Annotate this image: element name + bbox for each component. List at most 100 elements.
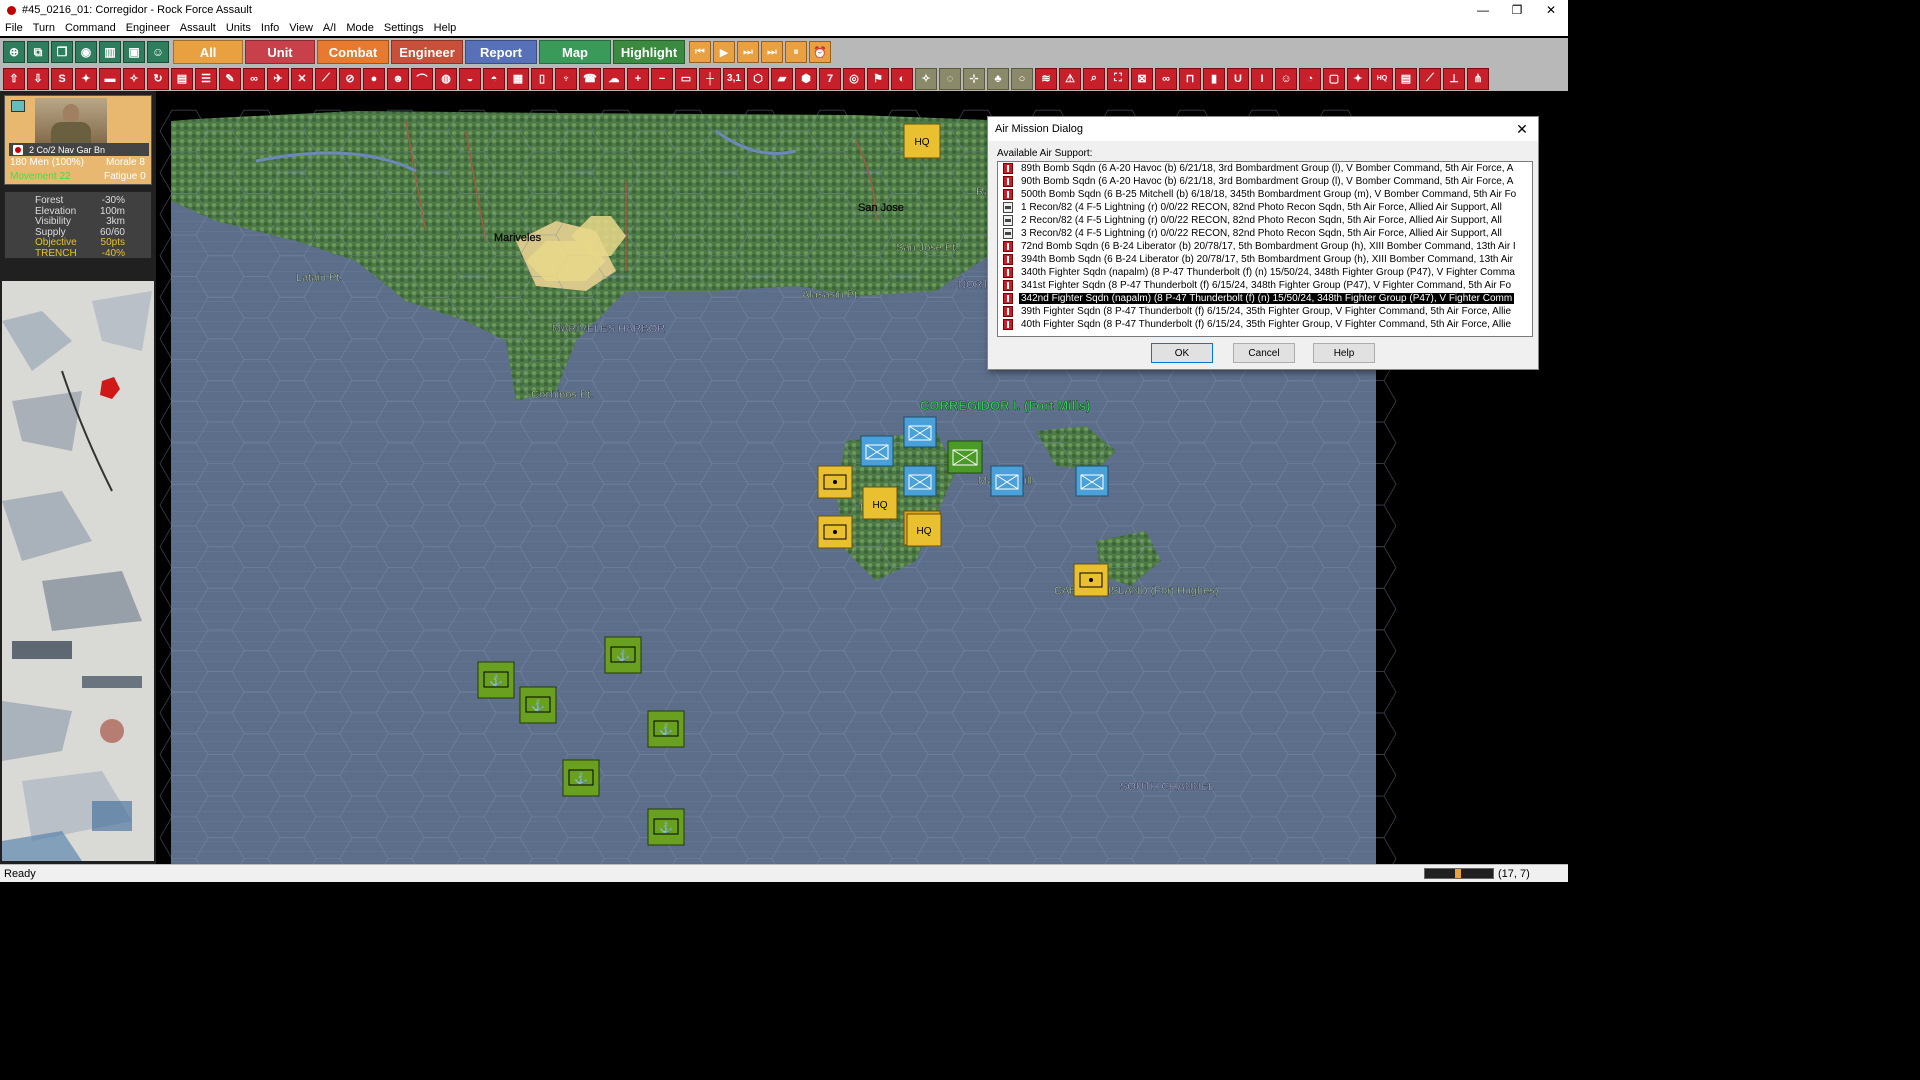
hq-icon[interactable]: HQ	[1371, 67, 1393, 90]
close-button[interactable]: ✕	[1534, 0, 1568, 20]
book-icon[interactable]: ▯	[531, 67, 553, 90]
next-unit-icon[interactable]: ⏭	[737, 41, 759, 63]
turn-number[interactable]: 7	[819, 67, 841, 90]
air-support-item[interactable]: 2 Recon/82 (4 F-5 Lightning (r) 0/0/22 R…	[998, 214, 1532, 227]
air-support-item[interactable]: 72nd Bomb Sqdn (6 B-24 Liberator (b) 20/…	[998, 240, 1532, 253]
bridge-icon[interactable]: ⌒	[411, 67, 433, 90]
circle-icon[interactable]: ○	[1011, 67, 1033, 90]
first-unit-icon[interactable]: ⏮	[689, 41, 711, 63]
allied-infantry-counter[interactable]	[903, 465, 937, 497]
japanese-hq-counter[interactable]: HQ	[862, 486, 898, 520]
download-icon[interactable]: ⇩	[27, 67, 49, 90]
menu-settings[interactable]: Settings	[379, 22, 429, 34]
air-support-item[interactable]: 1 Recon/82 (4 F-5 Lightning (r) 0/0/22 R…	[998, 201, 1532, 214]
layers-icon[interactable]: ❐	[51, 41, 73, 63]
close-icon[interactable]: ✕	[1512, 119, 1532, 139]
binoculars-icon[interactable]: ∞	[243, 67, 265, 90]
tab-combat[interactable]: Combat	[317, 40, 389, 64]
allied-infantry-counter[interactable]	[860, 435, 894, 467]
person-icon[interactable]: ☺	[147, 41, 169, 63]
calc-icon[interactable]: ▤	[1395, 67, 1417, 90]
boat-icon[interactable]: ◒	[459, 67, 481, 90]
air-support-item[interactable]: 342nd Fighter Sqdn (napalm) (8 P-47 Thun…	[998, 292, 1532, 305]
menu-turn[interactable]: Turn	[28, 22, 60, 34]
eye-icon[interactable]: ◉	[75, 41, 97, 63]
japanese-hq-counter[interactable]: HQ	[903, 123, 941, 159]
face-icon[interactable]: ☻	[387, 67, 409, 90]
naval-unit-counter[interactable]: ⚓	[562, 759, 600, 797]
allied-infantry-counter[interactable]	[1075, 465, 1109, 497]
tab-highlight[interactable]: Highlight	[613, 40, 685, 64]
trophy-icon[interactable]: ♆	[555, 67, 577, 90]
flag-icon[interactable]: ⚑	[867, 67, 889, 90]
italic-icon[interactable]: I	[1251, 67, 1273, 90]
naval-unit-counter[interactable]: ⚓	[647, 808, 685, 846]
upload-icon[interactable]: ⇧	[3, 67, 25, 90]
grid-x-icon[interactable]: ⊠	[1131, 67, 1153, 90]
naval-unit-counter[interactable]: ⚓	[647, 710, 685, 748]
menu-mode[interactable]: Mode	[341, 22, 379, 34]
warning-icon[interactable]: ⚠	[1059, 67, 1081, 90]
crosshair-icon[interactable]: ⊹	[963, 67, 985, 90]
air-support-item[interactable]: 40th Fighter Sqdn (8 P-47 Thunderbolt (f…	[998, 318, 1532, 331]
phone-icon[interactable]: ☎	[579, 67, 601, 90]
tree-icon[interactable]: ♣	[987, 67, 1009, 90]
rotate-icon[interactable]: ↻	[147, 67, 169, 90]
target-icon[interactable]: ⊕	[3, 41, 25, 63]
contrast-icon[interactable]: ◐	[891, 67, 913, 90]
wrench-icon[interactable]: ✎	[219, 67, 241, 90]
emblem-icon[interactable]: ✦	[1347, 67, 1369, 90]
allied-infantry-counter[interactable]	[903, 416, 937, 448]
tree-chart-icon[interactable]: ⋔	[1467, 67, 1489, 90]
help-button[interactable]: Help	[1313, 343, 1375, 363]
ring-icon[interactable]: ◎	[843, 67, 865, 90]
panel-icon[interactable]: ▣	[123, 41, 145, 63]
coin-icon[interactable]: ◌	[939, 67, 961, 90]
green-infantry-counter[interactable]	[947, 440, 983, 474]
lock-icon[interactable]: ⊓	[1179, 67, 1201, 90]
air-support-item[interactable]: 500th Bomb Sqdn (6 B-25 Mitchell (b) 6/1…	[998, 188, 1532, 201]
naval-unit-counter[interactable]: ⚓	[604, 636, 642, 674]
menu-command[interactable]: Command	[60, 22, 121, 34]
japanese-hq-counter[interactable]: HQ	[903, 510, 942, 547]
maximize-button[interactable]: ❐	[1500, 0, 1534, 20]
search-icon[interactable]: ⌕	[1083, 67, 1105, 90]
pause-icon[interactable]: ⏸	[785, 41, 807, 63]
square-icon[interactable]: ▢	[1323, 67, 1345, 90]
zoom-in-icon[interactable]: +	[627, 67, 649, 90]
bars-icon[interactable]: ▮	[1203, 67, 1225, 90]
smiley-icon[interactable]: ☺	[1275, 67, 1297, 90]
hex-icon[interactable]: ⬡	[747, 67, 769, 90]
clock-icon[interactable]: ⏰	[809, 41, 831, 63]
smoke-icon[interactable]: ◍	[435, 67, 457, 90]
air-support-item[interactable]: 340th Fighter Sqdn (napalm) (8 P-47 Thun…	[998, 266, 1532, 279]
supply-icon[interactable]: S	[51, 67, 73, 90]
menu-ai[interactable]: A/I	[318, 22, 341, 34]
signpost-icon[interactable]: ┼	[699, 67, 721, 90]
menu-view[interactable]: View	[284, 22, 318, 34]
unit-type-icon[interactable]: ✦	[75, 67, 97, 90]
play-icon[interactable]: ▶	[713, 41, 735, 63]
tab-map[interactable]: Map	[539, 40, 611, 64]
building-icon[interactable]: ▦	[507, 67, 529, 90]
tab-report[interactable]: Report	[465, 40, 537, 64]
air-support-item[interactable]: 90th Bomb Sqdn (6 A-20 Havoc (b) 6/21/18…	[998, 175, 1532, 188]
air-support-item[interactable]: 3 Recon/82 (4 F-5 Lightning (r) 0/0/22 R…	[998, 227, 1532, 240]
document-icon[interactable]: ▤	[171, 67, 193, 90]
air-support-item[interactable]: 394th Bomb Sqdn (6 B-24 Liberator (b) 20…	[998, 253, 1532, 266]
minimap-indicator[interactable]	[1424, 868, 1494, 879]
tab-all[interactable]: All	[173, 40, 243, 64]
scale-value[interactable]: 3,1	[723, 67, 745, 90]
eagle-icon[interactable]: ✧	[915, 67, 937, 90]
air-support-item[interactable]: 89th Bomb Sqdn (6 A-20 Havoc (b) 6/21/18…	[998, 162, 1532, 175]
cancel-button[interactable]: Cancel	[1233, 343, 1295, 363]
artillery-icon[interactable]: ⟋	[315, 67, 337, 90]
air-support-item[interactable]: 39th Fighter Sqdn (8 P-47 Thunderbolt (f…	[998, 305, 1532, 318]
cloud-icon[interactable]: ☁	[603, 67, 625, 90]
org-chart-icon[interactable]: ⊥	[1443, 67, 1465, 90]
naval-unit-counter[interactable]: ⚓	[477, 661, 515, 699]
ok-button[interactable]: OK	[1151, 343, 1213, 363]
no-fire-icon[interactable]: ⊘	[339, 67, 361, 90]
plane-icon[interactable]: ✈	[267, 67, 289, 90]
copy-icon[interactable]: ⧉	[27, 41, 49, 63]
